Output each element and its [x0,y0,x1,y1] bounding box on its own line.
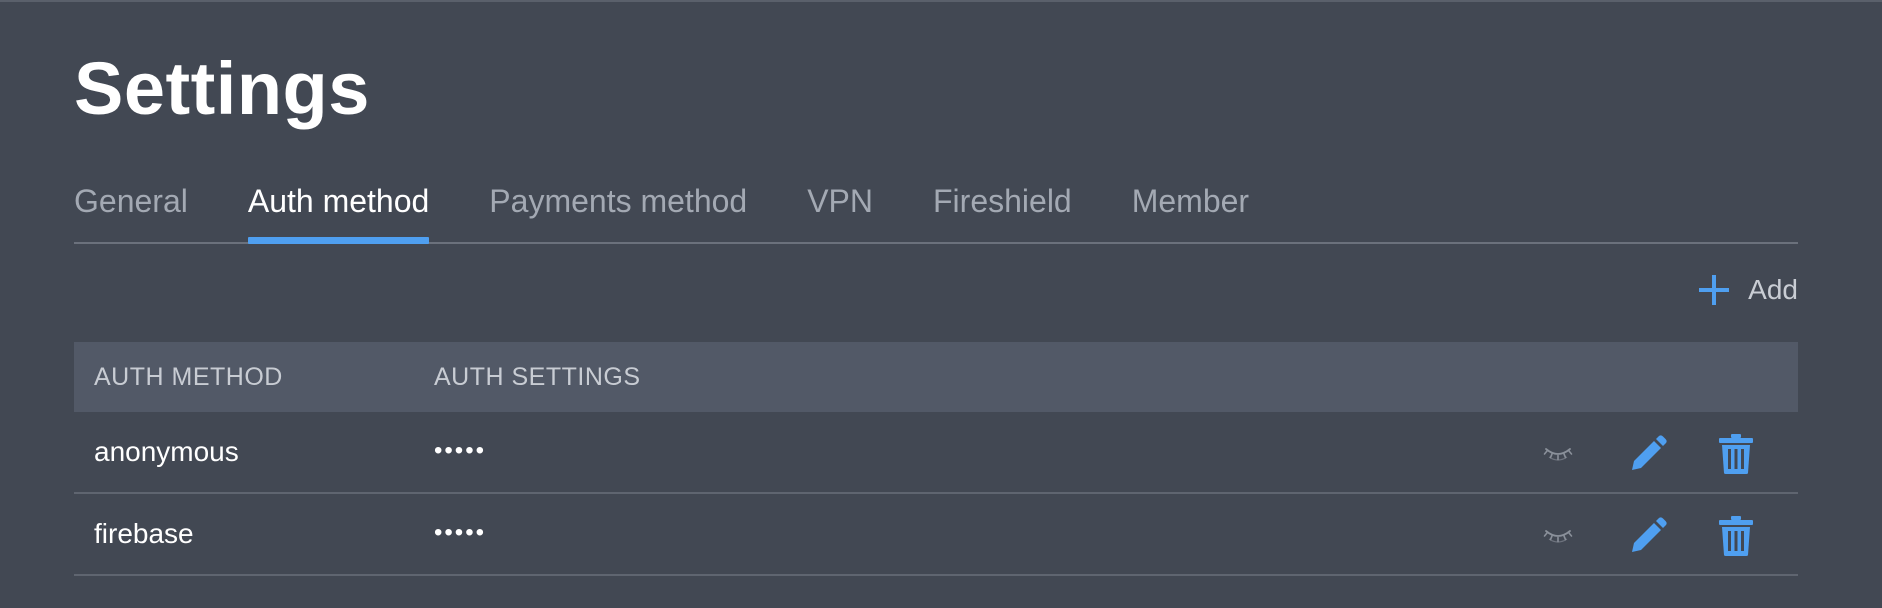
auth-settings-masked: ••••• [434,437,487,464]
tab-member[interactable]: Member [1132,176,1249,242]
auth-method-table: AUTH METHOD AUTH SETTINGS anonymous ••••… [74,342,1798,576]
pencil-icon[interactable] [1626,432,1670,476]
column-header-auth-settings: AUTH SETTINGS [434,362,641,391]
window-top-edge [0,0,1882,2]
tab-payments-method[interactable]: Payments method [489,176,747,242]
page-title: Settings [74,47,370,130]
auth-method-cell: anonymous [94,436,239,467]
plus-icon [1698,274,1748,306]
eye-closed-icon[interactable] [1536,514,1580,558]
tab-auth-method[interactable]: Auth method [247,176,430,244]
add-label: Add [1748,274,1798,305]
table-row: anonymous ••••• [74,412,1798,494]
tab-fireshield[interactable]: Fireshield [933,176,1072,242]
tab-vpn[interactable]: VPN [807,176,873,242]
table-row: firebase ••••• [74,494,1798,576]
column-header-auth-method: AUTH METHOD [94,362,283,391]
add-button[interactable]: Add [1698,268,1798,312]
tab-general[interactable]: General [74,176,188,242]
trash-icon[interactable] [1714,432,1758,476]
trash-icon[interactable] [1714,514,1758,558]
auth-settings-masked: ••••• [434,519,487,546]
settings-tabs: General Auth method Payments method VPN … [74,176,1798,244]
table-header: AUTH METHOD AUTH SETTINGS [74,342,1798,412]
auth-method-cell: firebase [94,518,194,549]
eye-closed-icon[interactable] [1536,432,1580,476]
pencil-icon[interactable] [1626,514,1670,558]
